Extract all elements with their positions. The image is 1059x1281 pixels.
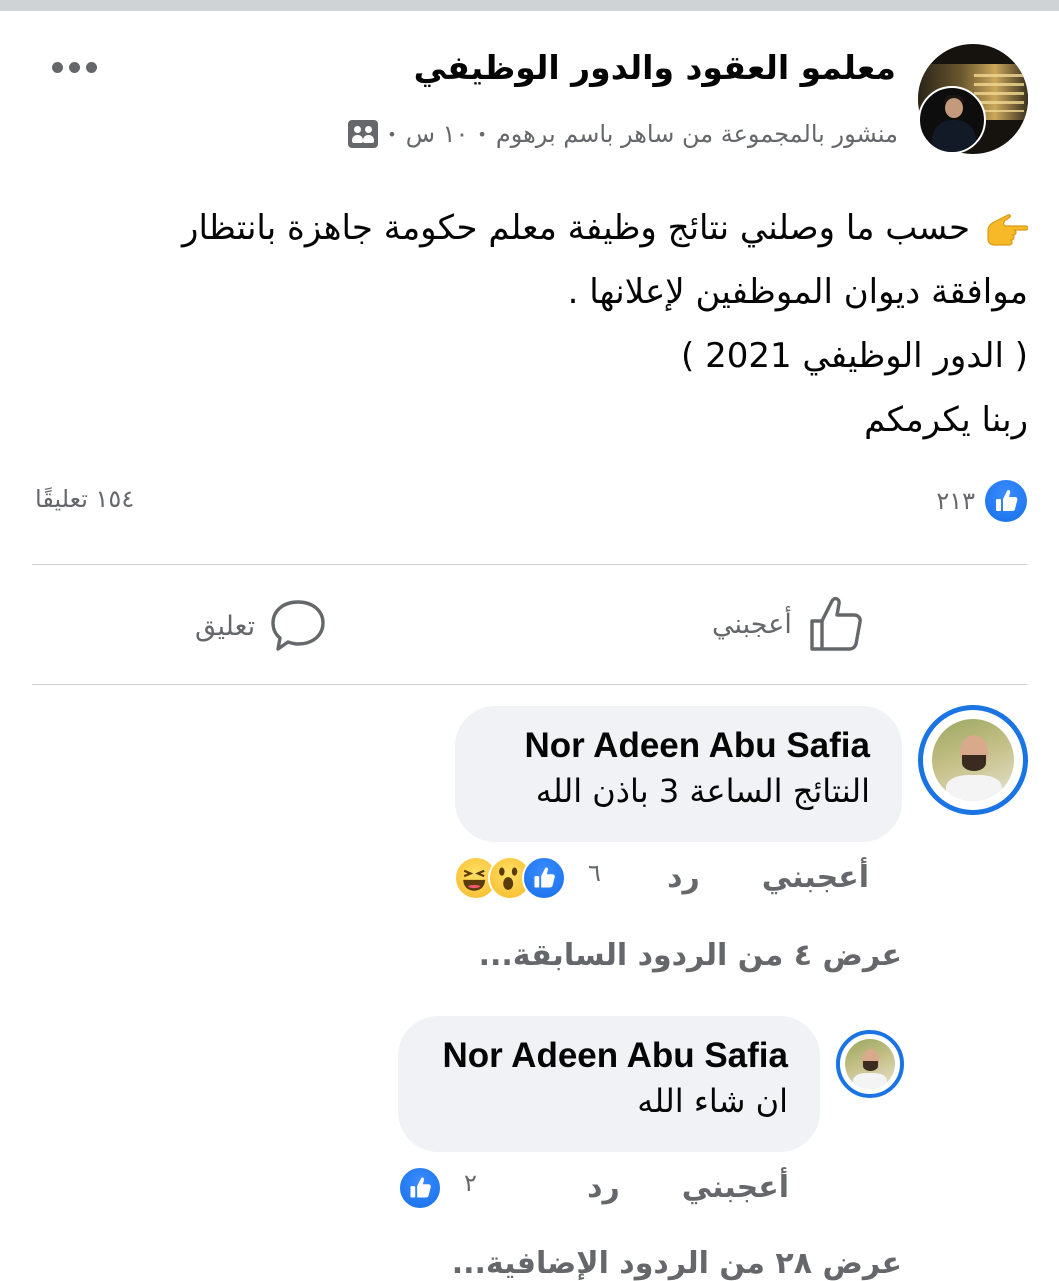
status-bar-strip	[0, 0, 1059, 11]
view-previous-replies[interactable]: عرض ٤ من الردود السابقة...	[479, 938, 902, 973]
replier-avatar[interactable]	[836, 1030, 904, 1098]
post-meta: منشور بالمجموعة من ساهر باسم برهوم • ١٠ …	[348, 120, 898, 148]
comment-button-label: تعليق	[195, 610, 256, 642]
like-button[interactable]: أعجبني	[712, 595, 866, 653]
like-button-label: أعجبني	[712, 608, 792, 640]
thumbs-up-icon	[810, 596, 862, 651]
comment-author[interactable]: Nor Adeen Abu Safia	[485, 726, 870, 766]
comment-actions: أعجبني رد	[667, 860, 869, 895]
like-reaction-icon	[522, 856, 566, 900]
post-line-2: موافقة ديوان الموظفين لإعلانها .	[567, 272, 1028, 312]
comment-reactions[interactable]: ٦	[454, 856, 609, 900]
reply-text: ان شاء الله	[637, 1082, 788, 1120]
reply-bubble[interactable]: Nor Adeen Abu Safia ان شاء الله	[398, 1016, 820, 1152]
reply-author[interactable]: Nor Adeen Abu Safia	[428, 1036, 788, 1076]
more-options-button[interactable]	[46, 54, 102, 80]
meta-separator: •	[387, 124, 397, 144]
comment-reply-button[interactable]: رد	[667, 860, 700, 895]
more-dot-icon	[51, 61, 63, 73]
more-dot-icon	[85, 61, 97, 73]
comment-bubble[interactable]: Nor Adeen Abu Safia النتائج الساعة 3 باذ…	[455, 706, 902, 842]
comment-bubble-icon	[271, 600, 325, 651]
pointing-hand-icon	[987, 213, 1028, 246]
commenter-avatar[interactable]	[918, 705, 1028, 815]
meta-separator: •	[477, 124, 487, 144]
poster-avatar[interactable]	[918, 86, 986, 154]
post-time[interactable]: ١٠ س	[406, 120, 469, 148]
reactions-summary[interactable]: ٢١٣	[936, 480, 1027, 522]
comments-count[interactable]: ١٥٤ تعليقًا	[35, 485, 134, 513]
reply-reaction-count: ٢	[464, 1169, 477, 1197]
view-more-replies[interactable]: عرض ٢٨ من الردود الإضافية...	[452, 1246, 902, 1281]
divider	[32, 684, 1027, 685]
post-line: حسب ما وصلني نتائج وظيفة معلم حكومة جاهز…	[68, 196, 1028, 260]
reply-like-button[interactable]: أعجبني	[682, 1170, 789, 1205]
reply-reply-button[interactable]: رد	[587, 1170, 620, 1205]
group-icon	[348, 120, 379, 148]
like-reaction-icon	[985, 480, 1027, 522]
post-line-4: ربنا يكرمكم	[864, 400, 1028, 440]
likes-count: ٢١٣	[936, 487, 975, 515]
post-line-3: ( الدور الوظيفي 2021 )	[680, 336, 1028, 376]
reply-reactions[interactable]: ٢	[398, 1166, 485, 1210]
comment-reaction-count: ٦	[588, 859, 601, 887]
comment-button[interactable]: تعليق	[195, 598, 327, 654]
post-meta-author[interactable]: منشور بالمجموعة من ساهر باسم برهوم	[496, 120, 898, 148]
divider	[32, 564, 1027, 565]
more-dot-icon	[68, 61, 80, 73]
like-reaction-icon	[398, 1166, 442, 1210]
post-text: حسب ما وصلني نتائج وظيفة معلم حكومة جاهز…	[68, 196, 1028, 452]
reply-actions: أعجبني رد	[587, 1170, 789, 1205]
group-name[interactable]: معلمو العقود والدور الوظيفي	[414, 48, 896, 87]
comment-like-button[interactable]: أعجبني	[762, 860, 869, 895]
post-line-1: حسب ما وصلني نتائج وظيفة معلم حكومة جاهز…	[182, 208, 970, 248]
comment-text: النتائج الساعة 3 باذن الله	[535, 772, 870, 810]
